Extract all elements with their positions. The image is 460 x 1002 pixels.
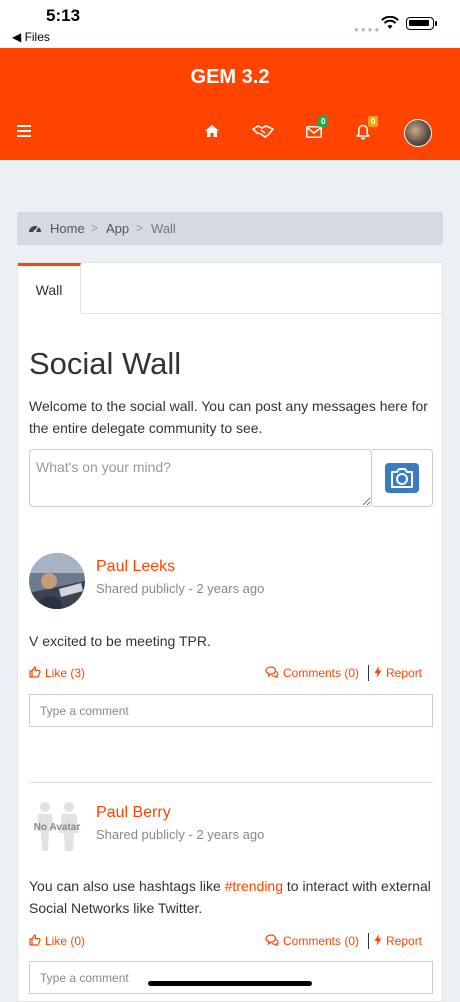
user-avatar[interactable]: [404, 119, 432, 147]
breadcrumb-separator: >: [91, 221, 99, 235]
breadcrumb-app-link[interactable]: App: [106, 221, 129, 236]
notification-count-badge: 0: [368, 116, 379, 127]
author-avatar[interactable]: [29, 553, 85, 609]
report-label: Report: [386, 934, 423, 948]
report-button[interactable]: Report: [374, 934, 422, 948]
post-input[interactable]: [29, 449, 372, 507]
app-title: GEM 3.2: [190, 66, 270, 88]
wifi-icon: [381, 16, 399, 29]
tab-divider: [81, 313, 443, 314]
page-intro: Welcome to the social wall. You can post…: [29, 398, 428, 436]
post-meta: Shared publicly - 2 years ago: [96, 827, 265, 842]
comment-input[interactable]: [29, 961, 433, 994]
action-divider: [368, 665, 369, 681]
signal-icon: ●●●●: [354, 25, 382, 34]
post-body: V excited to be meeting TPR.: [29, 633, 211, 649]
comments-label: Comments (0): [283, 934, 360, 948]
breadcrumb-home-link[interactable]: Home: [50, 221, 85, 236]
mail-icon[interactable]: [306, 126, 322, 138]
handshake-icon[interactable]: [252, 124, 274, 138]
comments-icon: [265, 666, 279, 679]
comment-input[interactable]: [29, 694, 433, 727]
flash-icon: [374, 934, 382, 946]
wall-post: Paul Leeks Shared publicly - 2 years ago…: [29, 553, 433, 727]
home-icon[interactable]: [204, 124, 220, 138]
tab-wall[interactable]: Wall: [18, 263, 81, 313]
action-divider: [368, 933, 369, 949]
home-indicator[interactable]: [148, 981, 312, 986]
comments-label: Comments (0): [283, 666, 360, 680]
post-actions: Like (0) Comments (0) Report: [29, 933, 433, 952]
camera-button[interactable]: [372, 449, 433, 507]
author-name[interactable]: Paul Leeks: [96, 558, 175, 576]
thumbs-up-icon: [29, 934, 41, 946]
no-avatar-icon[interactable]: No Avatar: [29, 799, 85, 855]
breadcrumb: Home > App > Wall: [17, 212, 443, 245]
page-title: Social Wall: [29, 346, 182, 381]
like-button[interactable]: Like (0): [29, 934, 85, 948]
wall-card: Wall Social Wall Welcome to the social w…: [17, 262, 443, 1002]
breadcrumb-separator: >: [136, 221, 144, 235]
post-divider: [29, 782, 433, 783]
camera-icon: [385, 463, 419, 493]
post-meta: Shared publicly - 2 years ago: [96, 581, 265, 596]
report-button[interactable]: Report: [374, 666, 422, 680]
like-label: Like (0): [45, 934, 86, 948]
comments-icon: [265, 934, 279, 947]
app-header: [0, 48, 460, 160]
breadcrumb-current: Wall: [151, 221, 176, 236]
no-avatar-text: No Avatar: [34, 822, 81, 833]
comments-button[interactable]: Comments (0): [265, 666, 359, 680]
report-label: Report: [386, 666, 423, 680]
like-button[interactable]: Like (3): [29, 666, 85, 680]
status-bar: 5:13 ◀ Files ●●●●: [0, 0, 460, 48]
menu-icon[interactable]: [17, 125, 31, 137]
post-body: You can also use hashtags like #trending…: [29, 875, 433, 919]
hashtag-link[interactable]: #trending: [225, 878, 283, 894]
thumbs-up-icon: [29, 666, 41, 678]
mail-count-badge: 0: [318, 116, 329, 127]
post-actions: Like (3) Comments (0) Report: [29, 665, 433, 684]
author-name[interactable]: Paul Berry: [96, 804, 171, 822]
comments-button[interactable]: Comments (0): [265, 934, 359, 948]
tab-label: Wall: [35, 282, 63, 298]
battery-icon: [406, 17, 434, 30]
wall-post: No Avatar Paul Berry Shared publicly - 2…: [29, 799, 433, 999]
dashboard-icon: [29, 226, 41, 234]
back-to-files-link[interactable]: ◀ Files: [12, 30, 50, 44]
battery-tip: [435, 21, 437, 26]
post-text: You can also use hashtags like: [29, 878, 225, 894]
flash-icon: [374, 666, 382, 678]
status-time: 5:13: [46, 6, 81, 25]
like-label: Like (3): [45, 666, 86, 680]
